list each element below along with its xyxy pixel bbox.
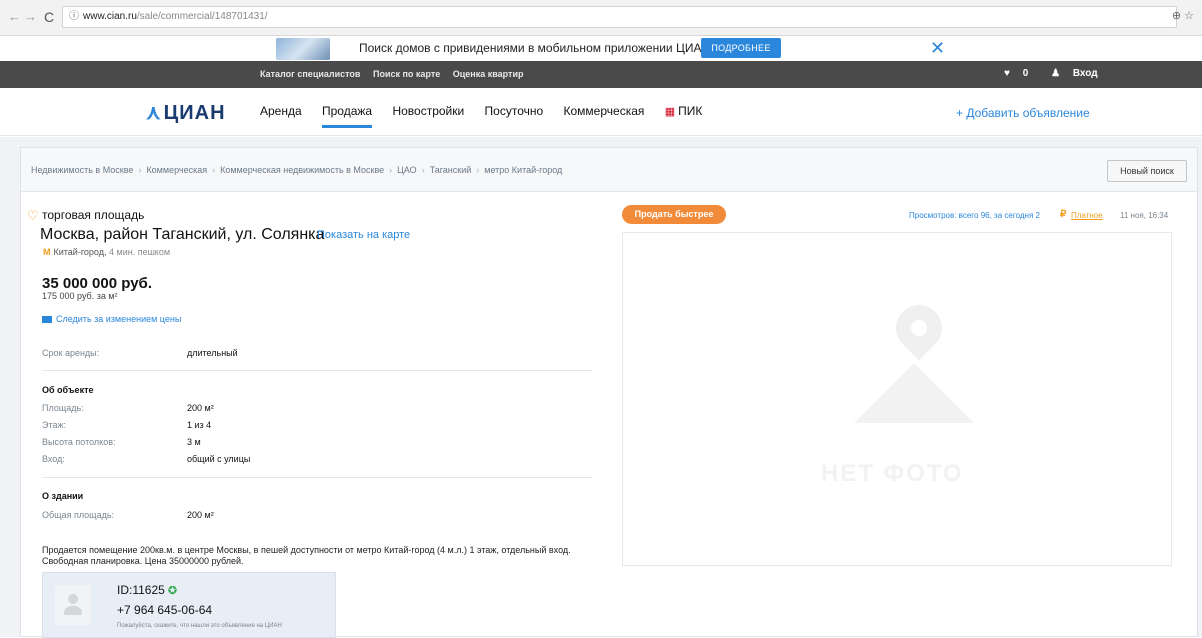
new-search-button[interactable]: Новый поиск bbox=[1107, 160, 1187, 182]
logo-text: ЦИАН bbox=[163, 102, 226, 124]
area-label: Площадь: bbox=[42, 403, 84, 413]
promo-banner: Поиск домов с привидениями в мобильном п… bbox=[0, 36, 1202, 61]
breadcrumb-separator: › bbox=[476, 165, 480, 175]
link-valuation[interactable]: Оценка квартир bbox=[453, 69, 524, 79]
about-building-heading: О здании bbox=[42, 491, 84, 501]
cian-logo[interactable]: ⋏ ЦИАН bbox=[146, 100, 226, 125]
show-on-map-link[interactable]: Показать на карте bbox=[317, 229, 410, 241]
login-label: Вход bbox=[1072, 68, 1098, 79]
main-nav: Аренда Продажа Новостройки Посуточно Ком… bbox=[260, 104, 736, 138]
paid-icon: ₽ bbox=[1060, 209, 1067, 220]
info-icon[interactable]: ⓘ bbox=[69, 11, 79, 22]
divider bbox=[42, 370, 592, 371]
entrance-label: Вход: bbox=[42, 454, 65, 464]
total-area-label: Общая площадь: bbox=[42, 510, 115, 520]
photo-placeholder: НЕТ ФОТО bbox=[622, 232, 1172, 566]
metro-walk-time: 4 мин. пешком bbox=[109, 247, 171, 257]
url-path: /sale/commercial/148701431/ bbox=[136, 11, 268, 22]
nav-pik[interactable]: ▦ ПИК bbox=[665, 104, 720, 138]
no-photo-label: НЕТ ФОТО bbox=[821, 460, 964, 487]
contact-note: Пожалуйста, скажите, что нашли это объяв… bbox=[117, 623, 282, 629]
house-icon bbox=[854, 363, 974, 423]
browser-toolbar: ← → C ⓘ www.cian.ru/sale/commercial/14870… bbox=[0, 0, 1202, 36]
close-icon[interactable]: ✕ bbox=[930, 38, 945, 58]
add-ad-link[interactable]: + Добавить объявление bbox=[956, 106, 1090, 120]
listing-address: Москва, район Таганский, ул. Солянка bbox=[40, 226, 325, 243]
divider bbox=[42, 477, 592, 478]
breadcrumb-item[interactable]: Таганский bbox=[430, 165, 472, 175]
promo-text: Поиск домов с привидениями в мобильном п… bbox=[359, 41, 711, 55]
contact-id: ID:11625 ✪ bbox=[117, 583, 177, 597]
nav-rent[interactable]: Аренда bbox=[260, 104, 302, 128]
address-bar[interactable]: ⓘ www.cian.ru/sale/commercial/148701431/ bbox=[62, 6, 1177, 28]
url-host: www.cian.ru bbox=[83, 11, 137, 22]
envelope-icon bbox=[42, 316, 52, 324]
ceiling-label: Высота потолков: bbox=[42, 437, 116, 447]
link-specialists[interactable]: Каталог специалистов bbox=[260, 69, 360, 79]
heart-icon: ♥ bbox=[1004, 68, 1010, 79]
breadcrumb: Недвижимость в Москве › Коммерческая › Комме… bbox=[31, 165, 562, 175]
nav-daily[interactable]: Посуточно bbox=[485, 104, 544, 128]
breadcrumb-separator: › bbox=[421, 165, 425, 175]
pik-icon: ▦ bbox=[664, 106, 676, 118]
breadcrumbs-bar: Недвижимость в Москве › Коммерческая › Комме… bbox=[21, 148, 1197, 192]
contact-phone[interactable]: +7 964 645-06-64 bbox=[117, 603, 212, 617]
floor-value: 1 из 4 bbox=[187, 420, 212, 430]
about-object-heading: Об объекте bbox=[42, 385, 94, 395]
avatar bbox=[55, 585, 91, 625]
object-type: торговая площадь bbox=[42, 208, 145, 222]
price: 35 000 000 руб. bbox=[42, 275, 152, 292]
map-pin-icon bbox=[886, 295, 952, 361]
favorites-count: 0 bbox=[1022, 68, 1029, 79]
nav-pik-label: ПИК bbox=[678, 104, 703, 118]
breadcrumb-item[interactable]: Коммерческая bbox=[146, 165, 207, 175]
favorite-heart-icon[interactable]: ♡ bbox=[27, 208, 39, 224]
contact-card: ID:11625 ✪ +7 964 645-06-64 Пожалуйста, с… bbox=[42, 572, 336, 638]
sell-faster-button[interactable]: Продать быстрее bbox=[622, 205, 726, 224]
metro-icon: M bbox=[43, 247, 51, 257]
paid-link[interactable]: Платное bbox=[1071, 211, 1103, 220]
listing-card: Недвижимость в Москве › Коммерческая › Комме… bbox=[20, 147, 1198, 638]
promo-more-button[interactable]: ПОДРОБНЕЕ bbox=[701, 38, 781, 58]
zoom-and-star-icons[interactable]: ⊕ ☆ bbox=[1172, 9, 1194, 22]
link-map-search[interactable]: Поиск по карте bbox=[373, 69, 440, 79]
floor-label: Этаж: bbox=[42, 420, 67, 430]
follow-price-label: Следить за изменением цены bbox=[56, 314, 182, 324]
entrance-value: общий с улицы bbox=[187, 454, 251, 464]
nav-newbuildings[interactable]: Новостройки bbox=[392, 104, 464, 128]
breadcrumb-separator: › bbox=[389, 165, 393, 175]
nav-sale[interactable]: Продажа bbox=[322, 104, 373, 128]
reload-icon[interactable]: C bbox=[44, 10, 54, 24]
logo-icon: ⋏ bbox=[146, 102, 162, 124]
metro-station[interactable]: Китай-город, bbox=[54, 247, 107, 257]
total-area-value: 200 м² bbox=[187, 510, 214, 520]
follow-price-link[interactable]: Следить за изменением цены bbox=[42, 314, 181, 324]
metro-info: M Китай-город, 4 мин. пешком bbox=[43, 247, 170, 257]
breadcrumb-separator: › bbox=[212, 165, 216, 175]
verified-badge-icon: ✪ bbox=[167, 585, 178, 597]
ceiling-value: 3 м bbox=[187, 437, 201, 447]
price-per-m2: 175 000 руб. за м² bbox=[42, 291, 118, 301]
top-nav: Каталог специалистов Поиск по карте Оцен… bbox=[0, 61, 1202, 88]
breadcrumb-item[interactable]: ЦАО bbox=[397, 165, 416, 175]
listing-date: 11 ноя, 16:34 bbox=[1120, 211, 1169, 220]
lease-value: длительный bbox=[187, 348, 238, 358]
favorites-link[interactable]: ♥ 0 bbox=[1004, 68, 1038, 79]
login-link[interactable]: ♟ Вход bbox=[1051, 68, 1107, 79]
breadcrumb-item[interactable]: Коммерческая недвижимость в Москве bbox=[220, 165, 384, 175]
main-header: ⋏ ЦИАН Аренда Продажа Новостройки Посуточ… bbox=[0, 88, 1202, 136]
lease-label: Срок аренды: bbox=[42, 348, 100, 358]
nav-commercial[interactable]: Коммерческая bbox=[564, 104, 645, 128]
views-count[interactable]: Просмотров: всего 96, за сегодня 2 bbox=[909, 211, 1040, 220]
forward-icon[interactable]: → bbox=[24, 10, 37, 24]
breadcrumb-item[interactable]: метро Китай-город bbox=[484, 165, 562, 175]
listing-description: Продается помещение 200кв.м. в центре Мо… bbox=[42, 545, 571, 566]
user-icon: ♟ bbox=[1051, 68, 1061, 79]
breadcrumb-separator: › bbox=[138, 165, 142, 175]
area-value: 200 м² bbox=[187, 403, 214, 413]
breadcrumb-item[interactable]: Недвижимость в Москве bbox=[31, 165, 133, 175]
contact-id-text: ID:11625 bbox=[117, 583, 165, 597]
back-icon[interactable]: ← bbox=[8, 10, 21, 24]
promo-image bbox=[276, 38, 330, 60]
